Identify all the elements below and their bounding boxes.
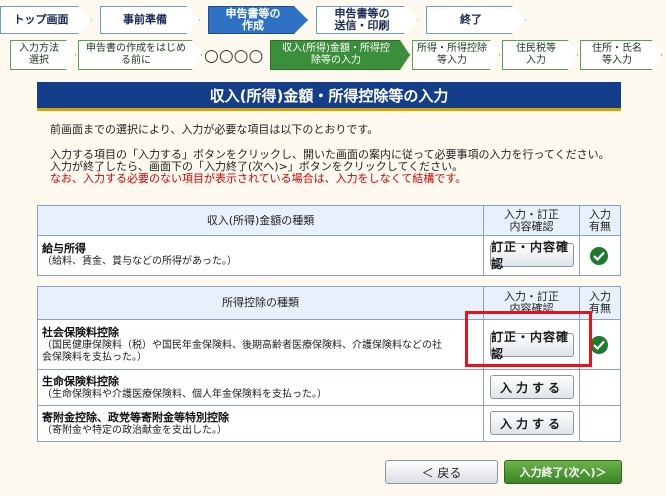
substep-resident-tax: 住民税等 入力 xyxy=(502,40,578,70)
substep-line2: る前に xyxy=(121,55,151,66)
step-send-print: 申告書等の 送信・印刷 xyxy=(316,6,418,34)
step-preparation[interactable]: 事前準備 xyxy=(100,6,200,34)
header-text: 所得控除の種類 xyxy=(222,296,299,309)
instruction-text-1: 前画面までの選択により、入力が必要な項目は以下のとおりです。 xyxy=(50,123,379,136)
step-create-return: 申告書等の 作成 xyxy=(208,6,308,34)
item-title: 生命保険料控除 xyxy=(42,375,119,388)
item-title: 寄附金控除、政党等寄附金等特別控除 xyxy=(42,411,229,424)
income-header-status: 入力 有無 xyxy=(580,206,620,236)
header-text: 内容確認 xyxy=(509,219,554,233)
item-description: （生命保険料や介護医療保険料、個人年金保険料を支払った。） xyxy=(42,389,327,400)
input-button[interactable]: 入力する xyxy=(490,411,574,435)
back-button[interactable]: ＜ 戻る xyxy=(385,460,498,484)
table-row: 給与所得 （給料、賃金、賞与などの所得があった。） xyxy=(38,236,484,275)
next-button[interactable]: 入力終了(次へ)＞ xyxy=(504,460,622,484)
status-cell xyxy=(580,370,620,406)
step-finish: 終了 xyxy=(426,6,526,34)
substep-line1: 申告書の作成をはじめ xyxy=(86,43,186,54)
header-text: 収入(所得)金額の種類 xyxy=(206,213,315,227)
substep-income-deduction: 収入(所得)金額・所得控 除等の入力 xyxy=(270,40,410,70)
substep-line1: 収入(所得)金額・所得控 xyxy=(282,43,390,54)
substep-circles: ○○○○ xyxy=(204,46,264,66)
step-label: 事前準備 xyxy=(123,13,167,26)
substep-line2: 入力 xyxy=(526,55,546,66)
table-row: 寄附金控除、政党等寄附金等特別控除 （寄附金や特定の政治献金を支出した。） xyxy=(38,406,484,441)
item-description-cont: 会保険料を支払った。） xyxy=(42,352,147,363)
item-description: （給料、賃金、賞与などの所得があった。） xyxy=(42,256,237,267)
substep-line1: 住所・氏名 xyxy=(592,43,642,54)
step-label: 終了 xyxy=(460,13,482,26)
progress-steps: トップ画面 事前準備 申告書等の 作成 申告書等の 送信・印刷 終了 xyxy=(0,0,666,38)
substep-input-method[interactable]: 入力方法 選択 xyxy=(10,40,76,70)
substep-income-input: 所得・所得控除 等入力 xyxy=(412,40,500,70)
page-title: 収入(所得)金額・所得控除等の入力 xyxy=(37,82,621,111)
substep-line1: 入力方法 xyxy=(19,43,59,54)
substep-line1: 住民税等 xyxy=(516,43,556,54)
substep-line2: 除等の入力 xyxy=(311,55,361,66)
substep-line2: 等入力 xyxy=(602,55,632,66)
highlight-box xyxy=(465,311,592,367)
step-label: トップ画面 xyxy=(13,13,69,26)
item-description: （国民健康保険料（税）や国民年金保険料、後期高齢者医療保険料、介護保険料などの社 xyxy=(42,340,442,351)
step-top-screen[interactable]: トップ画面 xyxy=(0,6,92,34)
action-cell: 入力する xyxy=(484,370,580,406)
substep-line1: 所得・所得控除 xyxy=(417,43,487,54)
deduction-header-kind: 所得控除の種類 xyxy=(38,287,484,320)
substep-line2: 等入力 xyxy=(437,55,467,66)
item-title: 給与所得 xyxy=(42,242,86,255)
table-row: 社会保険料控除 （国民健康保険料（税）や国民年金保険料、後期高齢者医療保険料、介… xyxy=(38,320,484,370)
check-icon xyxy=(590,247,608,265)
header-text: 有無 xyxy=(589,219,611,233)
sub-steps: 入力方法 選択 申告書の作成をはじめ る前に 収入(所得)金額・所得控 除等の入力 所… xyxy=(0,38,666,72)
item-description: （寄附金や特定の政治献金を支出した。） xyxy=(42,425,227,436)
step-label-line2: 送信・印刷 xyxy=(334,19,390,32)
check-icon xyxy=(590,336,608,354)
header-text: 有無 xyxy=(589,302,611,315)
substep-before-start[interactable]: 申告書の作成をはじめ る前に xyxy=(78,40,202,70)
income-header-action: 入力・訂正 内容確認 xyxy=(484,206,580,236)
substep-address-name: 住所・氏名 等入力 xyxy=(580,40,662,70)
income-table: 収入(所得)金額の種類 入力・訂正 内容確認 入力 有無 給与所得 （給料、賃金、賞… xyxy=(37,205,621,276)
instruction-note: なお、入力する必要のない項目が表示されている場合は、入力をしなくて結構です。 xyxy=(50,172,467,185)
table-row: 生命保険料控除 （生命保険料や介護医療保険料、個人年金保険料を支払った。） xyxy=(38,370,484,406)
edit-confirm-button[interactable]: 訂正・内容確認 xyxy=(490,240,574,271)
substep-line2: 選択 xyxy=(29,55,49,66)
step-label-line2: 作成 xyxy=(242,19,264,32)
action-cell: 訂正・内容確認 xyxy=(484,236,580,275)
item-title: 社会保険料控除 xyxy=(42,326,119,339)
income-header-kind: 収入(所得)金額の種類 xyxy=(38,206,484,236)
action-cell: 入力する xyxy=(484,406,580,441)
input-button[interactable]: 入力する xyxy=(490,375,574,399)
